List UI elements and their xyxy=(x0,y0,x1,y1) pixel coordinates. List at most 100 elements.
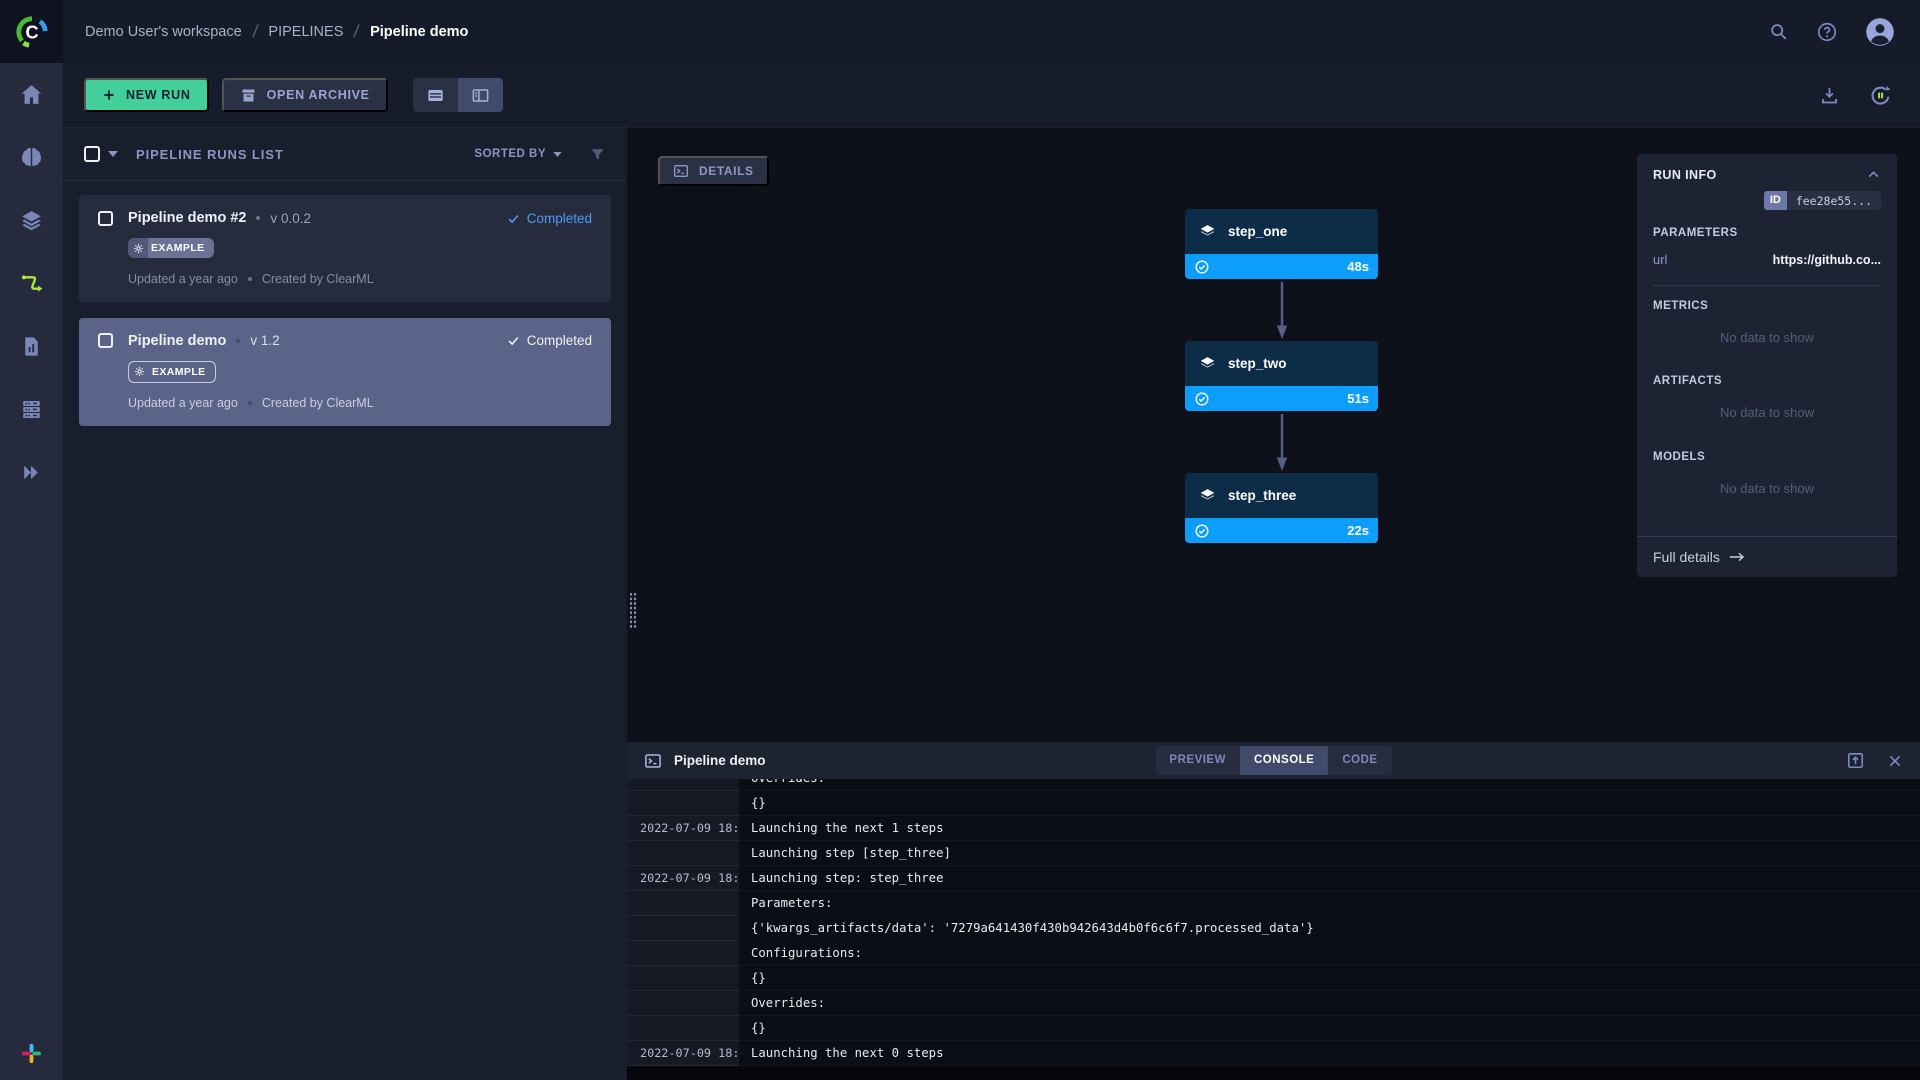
tab-code[interactable]: CODE xyxy=(1328,746,1391,775)
step-node-step-one[interactable]: step_one 48s xyxy=(1185,209,1378,279)
log-row: {} xyxy=(627,1016,1920,1041)
content: PIPELINE RUNS LIST SORTED BY Pipeline de… xyxy=(63,127,1920,1080)
table-view-icon xyxy=(428,89,443,101)
sidebar-item-slack[interactable] xyxy=(20,1040,43,1066)
terminal-icon xyxy=(674,165,688,177)
split-view-toggle[interactable] xyxy=(457,78,503,112)
sidebar-item-applications[interactable] xyxy=(19,459,44,485)
log-timestamp xyxy=(627,941,739,966)
parameter-value[interactable]: https://github.co... xyxy=(1773,253,1881,267)
id-value: fee28e55... xyxy=(1786,191,1881,210)
run-version: v 0.0.2 xyxy=(270,210,311,226)
step-node-step-two[interactable]: step_two 51s xyxy=(1185,341,1378,411)
maximize-panel-icon[interactable] xyxy=(1846,751,1865,770)
log-timestamp: 2022-07-09 18:19:28 xyxy=(627,1041,739,1066)
run-title: Pipeline demo #2 xyxy=(128,210,247,226)
table-view-toggle[interactable] xyxy=(412,78,458,112)
log-timestamp xyxy=(627,891,739,916)
pipelines-icon xyxy=(21,275,42,292)
user-avatar[interactable] xyxy=(1865,17,1895,47)
console-tabs: PREVIEW CONSOLE CODE xyxy=(1155,746,1392,775)
card-top-row: Pipeline demo #2 v 0.0.2 Completed xyxy=(98,210,592,226)
breadcrumb-separator: / xyxy=(353,21,361,41)
open-archive-button[interactable]: OPEN ARCHIVE xyxy=(221,78,388,112)
step-duration: 48s xyxy=(1347,259,1369,274)
tab-console[interactable]: CONSOLE xyxy=(1239,746,1329,775)
sidebar-item-pipelines[interactable] xyxy=(19,270,45,296)
log-row: Overrides: xyxy=(627,779,1920,791)
servers-icon xyxy=(23,400,40,418)
filter-icon[interactable] xyxy=(589,146,606,163)
run-status-label: Completed xyxy=(526,210,592,226)
sorted-by-dropdown[interactable]: SORTED BY xyxy=(474,148,562,160)
run-card-pipeline-demo[interactable]: Pipeline demo v 1.2 Completed EXAMPLE Up… xyxy=(79,317,611,426)
breadcrumb-current-page: Pipeline demo xyxy=(370,23,469,40)
step-header: step_two xyxy=(1185,341,1378,386)
step-name: step_two xyxy=(1228,356,1287,371)
log-message: {} xyxy=(739,966,1920,991)
console-title: Pipeline demo xyxy=(674,753,766,768)
log-row: 2022-07-09 18:19:28 Launching the next 0… xyxy=(627,1041,1920,1066)
tab-preview[interactable]: PREVIEW xyxy=(1155,746,1240,775)
download-icon[interactable] xyxy=(1819,85,1840,106)
sidebar-item-reports[interactable] xyxy=(20,333,43,359)
metrics-empty-text: No data to show xyxy=(1720,330,1814,345)
log-rows: Overrides: {} 2022-07-09 18:18:39 xyxy=(627,779,1920,1080)
collapse-chevron-up-icon[interactable] xyxy=(1866,167,1881,182)
run-id-chip[interactable]: ID fee28e55... xyxy=(1637,191,1897,210)
breadcrumb-section[interactable]: PIPELINES xyxy=(268,24,343,40)
pipeline-runs-panel: PIPELINE RUNS LIST SORTED BY Pipeline de… xyxy=(63,127,627,1080)
run-checkbox[interactable] xyxy=(98,210,113,226)
console-panel: Pipeline demo PREVIEW CONSOLE CODE {} 20… xyxy=(627,742,1920,1080)
log-timestamp: 2022-07-09 18:18:39 xyxy=(627,816,739,841)
run-checkbox[interactable] xyxy=(98,333,113,348)
sidebar-item-projects[interactable] xyxy=(19,144,44,170)
artifacts-section-title: ARTIFACTS xyxy=(1653,375,1723,387)
help-icon[interactable] xyxy=(1816,21,1838,43)
dot-separator xyxy=(247,276,252,281)
search-icon[interactable] xyxy=(1768,21,1789,42)
pipeline-dag-area: DETAILS step_one 48s step_two 51s step_t… xyxy=(627,127,1920,1080)
parameter-row: url https://github.co... xyxy=(1637,252,1897,267)
run-updated: Updated a year ago xyxy=(128,395,238,410)
select-all-caret-icon[interactable] xyxy=(108,151,118,157)
step-status-bar: 48s xyxy=(1185,254,1378,279)
full-details-link[interactable]: Full details xyxy=(1637,536,1897,577)
clearml-logo[interactable]: C xyxy=(0,0,63,63)
details-label: DETAILS xyxy=(699,164,754,178)
run-updated: Updated a year ago xyxy=(128,271,238,286)
full-details-label: Full details xyxy=(1653,549,1720,565)
log-timestamp xyxy=(627,841,739,866)
step-duration: 22s xyxy=(1347,523,1369,538)
toolbar: NEW RUN OPEN ARCHIVE xyxy=(63,63,1920,127)
run-status-badge: Completed xyxy=(507,211,592,226)
console-log[interactable]: Overrides: {} 2022-07-09 18:18:39 xyxy=(627,779,1920,1080)
example-tag: EXAMPLE xyxy=(128,360,216,383)
details-button[interactable]: DETAILS xyxy=(658,156,769,186)
main-area: NEW RUN OPEN ARCHIVE PIPELINE RUNS LIST … xyxy=(63,63,1920,1080)
log-row: Configurations: xyxy=(627,941,1920,966)
arrow-right-icon xyxy=(1729,552,1744,562)
header-icons xyxy=(1768,17,1895,47)
log-timestamp xyxy=(627,966,739,991)
run-card-pipeline-demo-2[interactable]: Pipeline demo #2 v 0.0.2 Completed EXAMP… xyxy=(79,195,611,302)
auto-refresh-icon[interactable] xyxy=(1868,83,1893,108)
log-row: Overrides: xyxy=(627,991,1920,1016)
panel-resize-handle[interactable] xyxy=(629,592,637,629)
new-run-button[interactable]: NEW RUN xyxy=(84,78,209,112)
breadcrumb-workspace[interactable]: Demo User's workspace xyxy=(85,24,242,40)
runs-list-title: PIPELINE RUNS LIST xyxy=(136,146,284,162)
log-row: 2022-07-09 18:18:39 Launching the next 1… xyxy=(627,816,1920,841)
sidebar-item-datasets[interactable] xyxy=(19,207,44,233)
sidebar-item-home[interactable] xyxy=(19,81,44,107)
app-root: C Demo User's workspace / PIPELINES / Pi… xyxy=(0,0,1920,1080)
sidebar-item-workers-queues[interactable] xyxy=(19,396,44,422)
run-info-panel: RUN INFO ID fee28e55... PARAMETERS url h… xyxy=(1637,154,1897,577)
close-icon[interactable] xyxy=(1887,753,1903,769)
select-all-checkbox[interactable] xyxy=(84,146,100,162)
step-node-step-three[interactable]: step_three 22s xyxy=(1185,473,1378,543)
tag-label: EXAMPLE xyxy=(151,242,205,254)
log-message: Launching the next 1 steps xyxy=(739,816,1920,841)
step-status-bar: 51s xyxy=(1185,386,1378,411)
log-message: {} xyxy=(739,791,1920,816)
